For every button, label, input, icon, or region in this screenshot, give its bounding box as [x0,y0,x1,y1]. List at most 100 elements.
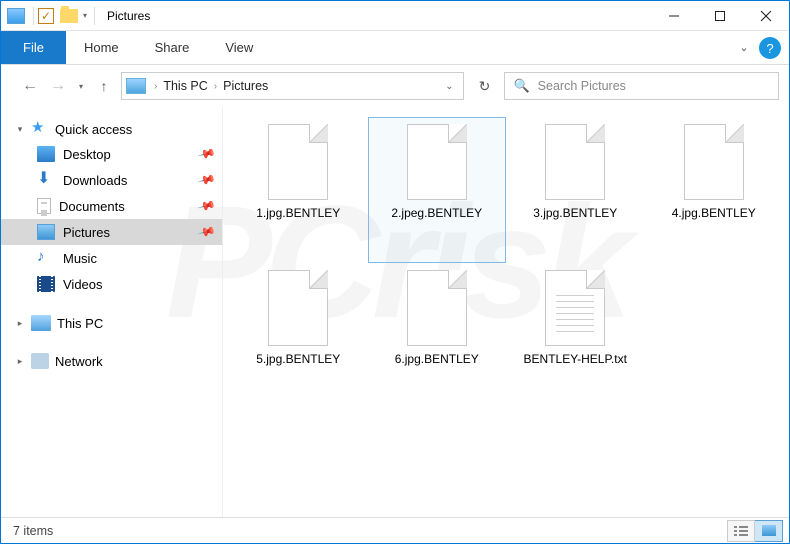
sidebar-item-label: Network [55,354,103,369]
sidebar-item-label: This PC [57,316,103,331]
minimize-button[interactable] [651,1,697,31]
file-name: BENTLEY-HELP.txt [524,352,627,367]
sidebar-item-pictures[interactable]: Pictures 📌 [1,219,222,245]
help-icon: ? [766,41,773,56]
file-item[interactable]: BENTLEY-HELP.txt [506,263,645,409]
file-name: 2.jpeg.BENTLEY [391,206,482,221]
music-icon: ♪ [37,250,55,266]
chevron-right-icon: › [148,81,163,92]
tab-share[interactable]: Share [137,31,208,64]
ribbon: File Home Share View ⌄ ? [1,31,789,65]
help-button[interactable]: ? [759,37,781,59]
close-button[interactable] [743,1,789,31]
details-icon [734,525,748,536]
chevron-right-icon: ▸ [15,318,25,329]
video-icon [37,276,55,292]
sidebar-item-documents[interactable]: Documents 📌 [1,193,222,219]
unknown-file-icon [268,270,328,346]
tab-home[interactable]: Home [66,31,137,64]
file-tab[interactable]: File [1,31,66,64]
refresh-button[interactable]: ↻ [470,72,498,100]
sidebar-item-label: Quick access [55,122,132,137]
search-placeholder: Search Pictures [538,79,626,93]
file-name: 4.jpg.BENTLEY [672,206,756,221]
breadcrumb[interactable]: Pictures [223,79,268,93]
pin-icon: 📌 [197,170,217,190]
pin-icon: 📌 [197,144,217,164]
sidebar-item-music[interactable]: ♪ Music [1,245,222,271]
window-title: Pictures [107,9,150,23]
maximize-button[interactable] [697,1,743,31]
status-bar: 7 items [1,517,789,543]
back-button[interactable]: ← [19,75,41,97]
file-item[interactable]: 4.jpg.BENTLEY [645,117,784,263]
tab-view[interactable]: View [207,31,271,64]
unknown-file-icon [684,124,744,200]
sidebar-item-label: Desktop [63,147,111,162]
file-item[interactable]: 2.jpeg.BENTLEY [368,117,507,263]
unknown-file-icon [268,124,328,200]
chevron-right-icon: › [208,81,223,92]
address-bar[interactable]: › This PC › Pictures ⌄ [121,72,464,100]
unknown-file-icon [545,124,605,200]
sidebar-item-network[interactable]: ▸ Network [1,349,222,373]
view-details-button[interactable] [727,520,755,542]
file-item[interactable]: 6.jpg.BENTLEY [368,263,507,409]
ribbon-expand-button[interactable]: ⌄ [729,31,759,64]
pc-icon [31,315,51,331]
separator [94,7,95,25]
pics-icon [37,224,55,240]
title-bar: ✓ ▾ Pictures [1,1,789,31]
unknown-file-icon [407,124,467,200]
close-icon [760,10,772,22]
thumbnails-icon [762,525,776,536]
sidebar-item-quick-access[interactable]: ▾ ★ Quick access [1,117,222,141]
file-item[interactable]: 3.jpg.BENTLEY [506,117,645,263]
view-thumbnails-button[interactable] [755,520,783,542]
breadcrumb[interactable]: This PC [163,79,207,93]
unknown-file-icon [407,270,467,346]
qat-dropdown[interactable]: ▾ [80,11,90,20]
sidebar-item-label: Documents [59,199,125,214]
forward-button[interactable]: → [47,75,69,97]
file-name: 6.jpg.BENTLEY [395,352,479,367]
text-file-icon [545,270,605,346]
folder-icon [126,78,146,94]
network-icon [31,353,49,369]
separator [33,7,34,25]
chevron-down-icon: ▾ [15,124,25,135]
nav-bar: ← → ▾ ↑ › This PC › Pictures ⌄ ↻ 🔍 Searc… [1,65,789,107]
sidebar-item-this-pc[interactable]: ▸ This PC [1,311,222,335]
up-button[interactable]: ↑ [93,75,115,97]
pin-icon: 📌 [197,222,217,242]
file-item[interactable]: 5.jpg.BENTLEY [229,263,368,409]
desktop-icon [37,146,55,162]
address-dropdown[interactable]: ⌄ [439,81,459,92]
file-name: 5.jpg.BENTLEY [256,352,340,367]
sidebar-item-label: Music [63,251,97,266]
sidebar: ▾ ★ Quick access Desktop📌⬇Downloads📌Docu… [1,107,223,517]
search-input[interactable]: 🔍 Search Pictures [504,72,779,100]
sidebar-item-videos[interactable]: Videos [1,271,222,297]
file-name: 1.jpg.BENTLEY [256,206,340,221]
file-grid[interactable]: 1.jpg.BENTLEY 2.jpeg.BENTLEY 3.jpg.BENTLEY… [223,107,789,517]
qat-newfolder-button[interactable] [60,9,78,23]
status-count: 7 items [13,524,53,538]
star-icon: ★ [31,121,49,137]
doc-icon [37,198,51,214]
chevron-right-icon: ▸ [15,356,25,367]
sidebar-item-downloads[interactable]: ⬇ Downloads 📌 [1,167,222,193]
qat-properties-button[interactable]: ✓ [38,8,54,24]
file-item[interactable]: 1.jpg.BENTLEY [229,117,368,263]
app-icon [7,8,25,24]
minimize-icon [668,10,680,22]
maximize-icon [714,10,726,22]
history-dropdown[interactable]: ▾ [75,82,87,91]
sidebar-item-label: Pictures [63,225,110,240]
pin-icon: 📌 [197,196,217,216]
sidebar-item-desktop[interactable]: Desktop 📌 [1,141,222,167]
sidebar-item-label: Downloads [63,173,127,188]
down-icon: ⬇ [37,172,55,188]
sidebar-item-label: Videos [63,277,103,292]
file-name: 3.jpg.BENTLEY [533,206,617,221]
